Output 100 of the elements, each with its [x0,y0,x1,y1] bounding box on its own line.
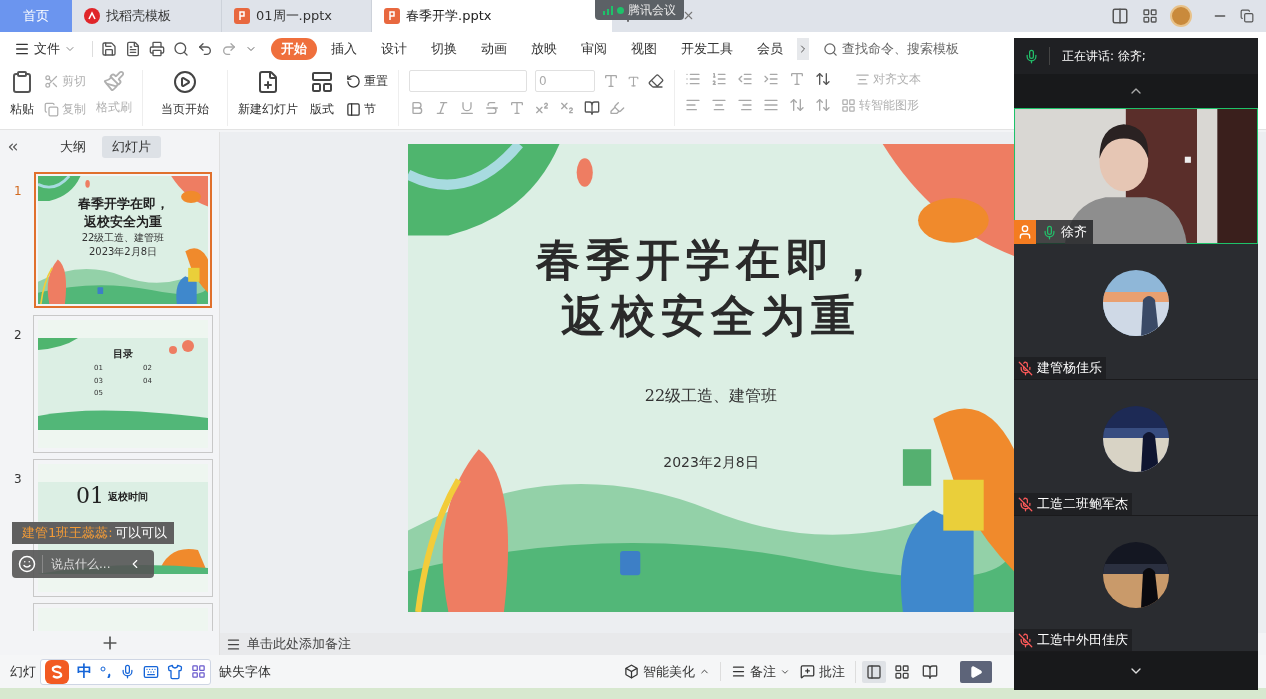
grid-icon[interactable] [1142,8,1158,24]
print-icon[interactable] [149,41,165,57]
increase-indent-icon[interactable] [763,71,779,87]
split-view-icon[interactable] [1110,7,1130,25]
slideshow-button[interactable] [960,660,992,683]
ribbon-tab[interactable]: 放映 [521,38,567,60]
input-mode-toggle[interactable]: 中 [77,660,92,683]
line-spacing-icon[interactable] [789,97,805,113]
play-from-current-button[interactable]: 当页开始 [153,70,217,126]
keyboard-icon[interactable] [143,663,159,680]
bold-icon[interactable] [409,100,425,116]
input-method-logo-icon[interactable] [45,659,69,684]
restore-icon[interactable] [1240,9,1254,23]
microphone-icon[interactable] [120,664,135,679]
comments-button[interactable]: 批注 [800,661,845,682]
ribbon-tab[interactable]: 视图 [621,38,667,60]
participant-name: 建管杨佳乐 [1037,359,1102,378]
missing-fonts-link[interactable]: 缺失字体 [219,661,271,682]
smartart-icon [841,97,856,113]
clear-formatting-icon[interactable] [648,73,664,89]
align-left-icon[interactable] [685,97,701,113]
view-tab[interactable]: 大纲 [50,136,96,158]
cube-icon [624,664,639,679]
new-slide-button[interactable]: 新建幻灯片 [238,70,298,126]
bullets-icon[interactable] [685,71,701,87]
beautify-button[interactable]: 智能美化 [624,661,710,682]
reset-icon [346,73,361,89]
collapse-icon[interactable] [6,140,20,154]
play-icon [969,664,983,679]
view-mode-button[interactable] [862,660,886,683]
underline-icon[interactable] [459,100,475,116]
scroll-right-icon[interactable] [797,38,809,60]
command-search-field[interactable]: 查找命令、搜索模板 [823,39,982,59]
highlight-icon[interactable] [609,100,625,116]
signal-icon [603,5,613,15]
slide-title: 春季开学在即， [536,233,886,287]
participant-name: 工造二班鲍军杰 [1037,495,1128,514]
print-preview-icon[interactable] [173,41,189,57]
section-button[interactable]: 节 [346,100,388,118]
user-avatar-icon[interactable] [1170,5,1192,27]
slide-number: 2 [14,328,22,342]
close-tab-icon[interactable] [682,9,695,22]
paste-button[interactable]: 粘贴 [10,70,34,126]
ribbon-tab[interactable]: 会员 [747,38,793,60]
ribbon-tab[interactable]: 动画 [471,38,517,60]
ribbon-tab[interactable]: 开发工具 [671,38,743,60]
notes-bar[interactable]: 单击此处添加备注 [220,633,1014,655]
superscript-icon[interactable] [534,100,550,116]
save-icon[interactable] [101,41,117,57]
layout-button[interactable]: 版式 [310,70,334,126]
numbering-icon[interactable] [711,71,727,87]
align-right-icon[interactable] [737,97,753,113]
apps-icon[interactable] [191,664,206,679]
emoji-icon[interactable] [18,555,36,573]
speaking-indicator: 正在讲话: 徐齐; [1049,47,1146,65]
justify-icon[interactable] [763,97,779,113]
shirt-icon[interactable] [167,663,183,680]
new-slide-icon [256,70,280,94]
punctuation-icon[interactable] [100,665,112,678]
paintbrush-icon [103,70,125,92]
undo-icon[interactable] [197,41,213,57]
document-tab[interactable]: 春季开学.pptx [372,0,612,32]
thumbnail-title: 返校安全为重 [84,214,162,230]
font-name-field[interactable] [409,70,527,92]
layout-icon [310,70,334,94]
thumbnail-section-number: 01 [76,484,104,508]
meeting-badge[interactable]: 腾讯会议 [595,0,684,20]
thumbnail-subtitle: 22级工造、建管班 [81,232,165,244]
search-icon [823,41,838,57]
ribbon-tab[interactable]: 插入 [321,38,367,60]
ribbon-tab[interactable]: 设计 [371,38,417,60]
reading-view-icon [922,663,938,680]
play-icon [173,70,197,94]
redo-icon[interactable] [221,41,237,57]
export-icon[interactable] [125,41,141,57]
thumbnail-date: 2023年2月8日 [88,246,158,258]
decrease-indent-icon[interactable] [737,71,753,87]
file-menu[interactable]: 文件 [14,39,76,59]
paragraph-spacing-icon[interactable] [815,97,831,113]
docer-logo-icon [84,8,100,24]
microphone-icon [1024,48,1039,64]
clipboard-icon [10,70,34,94]
ribbon-tab[interactable]: 切换 [421,38,467,60]
view-tab[interactable]: 幻灯片 [102,136,161,158]
grid-view-icon [894,663,910,680]
align-center-icon[interactable] [711,97,727,113]
strikethrough-icon[interactable] [484,100,500,116]
italic-icon[interactable] [434,100,450,116]
notes-icon [226,636,241,652]
notes-button[interactable]: 备注 [720,661,790,682]
comment-icon [800,664,815,679]
phonetic-guide-icon[interactable] [584,100,600,116]
slide-thumbnail[interactable]: 春季开学在即， 返校安全为重 22级工造、建管班 2023年2月8日 [34,172,212,308]
thumbnail-title: 春季开学在即， [77,196,169,212]
reset-button[interactable]: 重置 [346,72,388,90]
copy-icon [44,101,59,117]
menu-icon [14,41,30,57]
ribbon-tab[interactable]: 审阅 [571,38,617,60]
subscript-icon[interactable] [559,100,575,116]
sort-icon[interactable] [815,71,831,87]
